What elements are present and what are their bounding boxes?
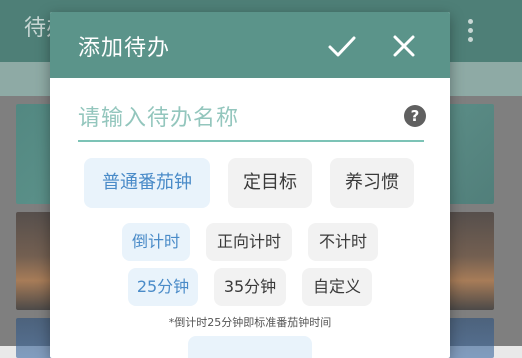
task-type-habit[interactable]: 养习惯 [330,158,414,208]
dialog-header: 添加待办 [50,12,450,78]
check-icon [328,36,356,57]
confirm-button[interactable] [326,30,358,62]
timer-mode-countdown[interactable]: 倒计时 [122,223,190,261]
todo-name-input[interactable] [78,98,398,138]
close-button[interactable] [388,30,420,62]
timer-mode-countup[interactable]: 正向计时 [206,223,292,261]
duration-custom[interactable]: 自定义 [302,268,372,306]
bottom-option-button[interactable] [188,336,312,358]
task-type-pomodoro[interactable]: 普通番茄钟 [84,158,210,208]
close-icon [393,35,415,57]
duration-35[interactable]: 35分钟 [214,268,286,306]
timer-hint: *倒计时25分钟即标准番茄钟时间 [168,316,332,329]
dialog-title: 添加待办 [78,36,171,61]
add-todo-dialog: 添加待办 ? 普通番茄钟 定目标 养习惯 倒计时 正向计时 不计时 25分钟 3… [50,12,450,358]
duration-25[interactable]: 25分钟 [128,268,198,306]
help-icon[interactable]: ? [404,105,426,127]
task-type-goal[interactable]: 定目标 [228,158,312,208]
input-underline [78,140,424,142]
timer-mode-untimed[interactable]: 不计时 [308,223,378,261]
todo-name-field: ? [78,98,426,142]
more-vert-icon[interactable] [458,10,482,50]
